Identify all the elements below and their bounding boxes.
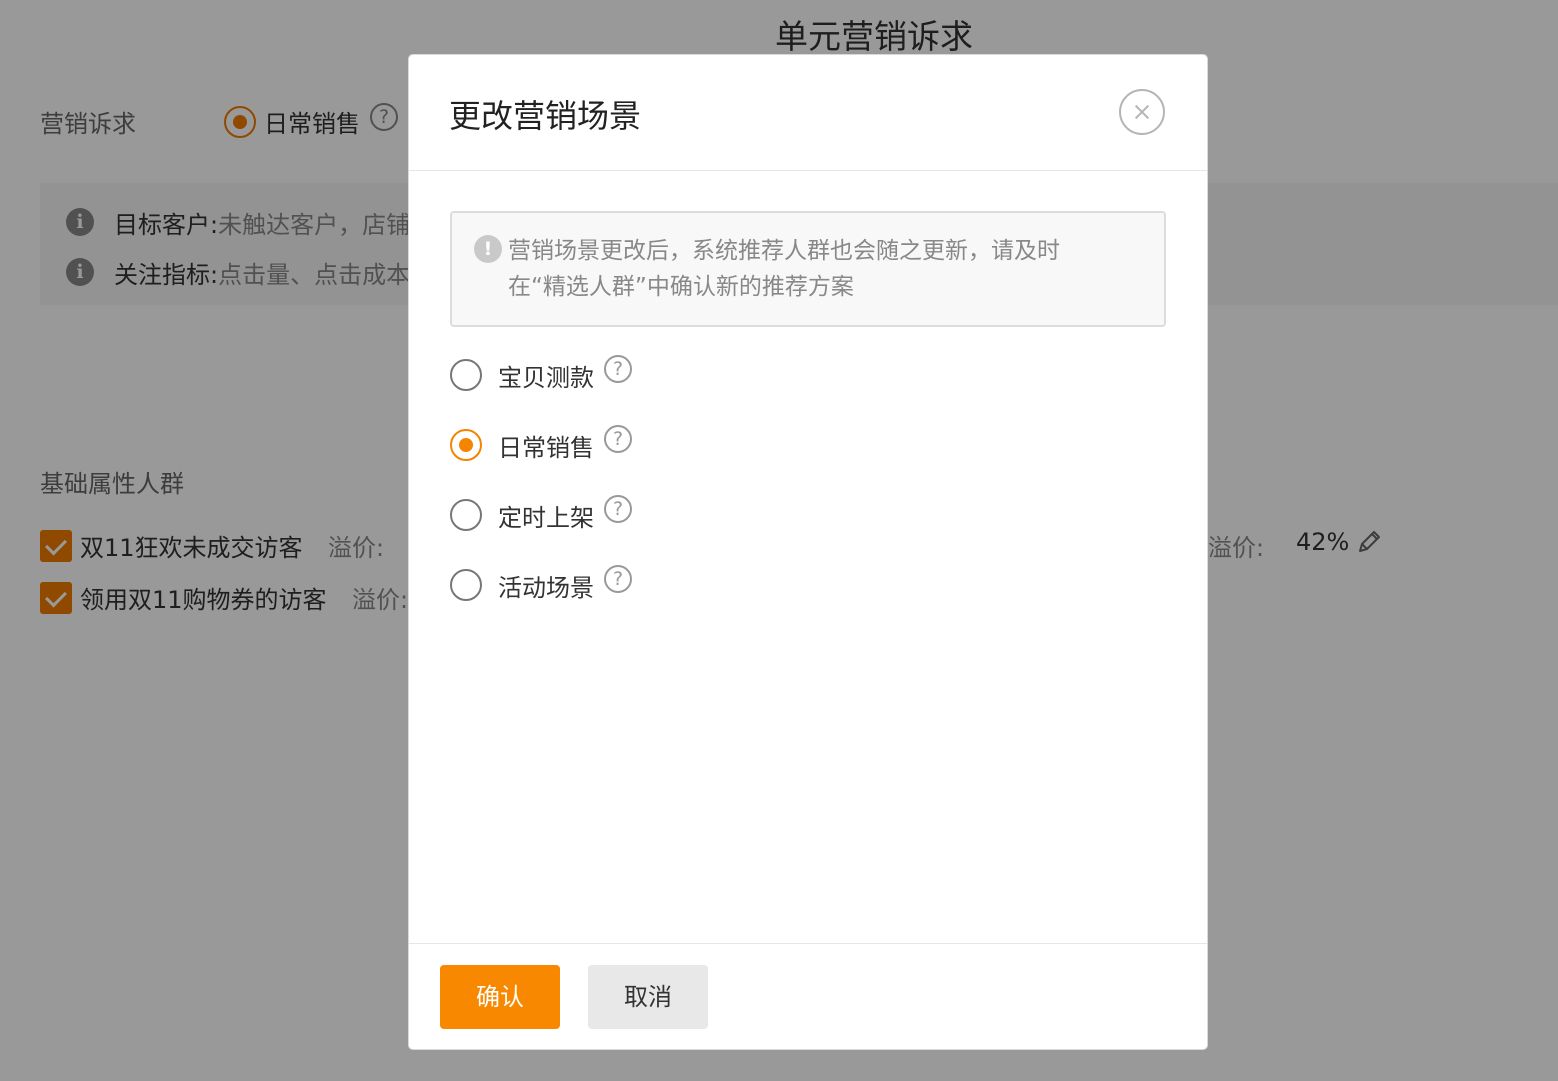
close-icon[interactable] <box>1119 89 1165 135</box>
help-icon[interactable]: ? <box>604 355 632 383</box>
option-scheduled-listing[interactable]: 定时上架 ? <box>450 495 632 535</box>
help-icon[interactable]: ? <box>604 565 632 593</box>
option-label: 活动场景 <box>498 573 594 602</box>
warning-icon: ! <box>474 235 502 263</box>
notice-box: ! 营销场景更改后，系统推荐人群也会随之更新，请及时在“精选人群”中确认新的推荐… <box>450 211 1166 327</box>
change-scene-modal: 更改营销场景 ! 营销场景更改后，系统推荐人群也会随之更新，请及时在“精选人群”… <box>408 54 1208 1050</box>
option-label: 日常销售 <box>498 433 594 462</box>
notice-text: 营销场景更改后，系统推荐人群也会随之更新，请及时在“精选人群”中确认新的推荐方案 <box>508 238 1060 300</box>
option-daily-sales[interactable]: 日常销售 ? <box>450 425 632 465</box>
modal-title: 更改营销场景 <box>449 97 642 135</box>
radio-button[interactable] <box>450 569 482 601</box>
modal-header: 更改营销场景 <box>409 55 1207 171</box>
option-label: 宝贝测款 <box>498 363 594 392</box>
option-baobei-test[interactable]: 宝贝测款 ? <box>450 355 632 395</box>
confirm-button[interactable]: 确认 <box>440 965 560 1029</box>
cancel-button[interactable]: 取消 <box>588 965 708 1029</box>
option-label: 定时上架 <box>498 503 594 532</box>
help-icon[interactable]: ? <box>604 425 632 453</box>
modal-footer: 确认 取消 <box>409 943 1207 1049</box>
radio-button[interactable] <box>450 359 482 391</box>
help-icon[interactable]: ? <box>604 495 632 523</box>
radio-button-checked[interactable] <box>450 429 482 461</box>
option-event-scene[interactable]: 活动场景 ? <box>450 565 632 605</box>
page: 单元营销诉求 营销诉求 日常销售 ? i 目标客户:未触达客户，店铺 i 关注指… <box>0 0 1558 1081</box>
radio-button[interactable] <box>450 499 482 531</box>
